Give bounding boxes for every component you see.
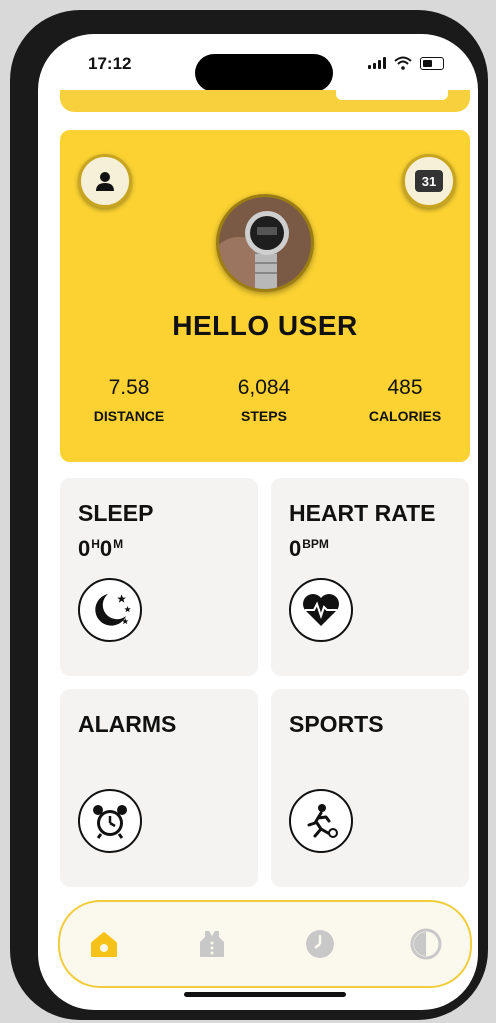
sports-title: SPORTS xyxy=(289,711,384,737)
profile-button[interactable] xyxy=(78,154,132,208)
calendar-icon: 31 xyxy=(415,170,443,192)
home-indicator xyxy=(184,992,346,997)
stat-distance: 7.58 DISTANCE xyxy=(64,376,194,424)
tab-vest[interactable] xyxy=(194,926,230,962)
dynamic-island xyxy=(195,54,333,92)
signal-icon xyxy=(368,57,386,69)
calendar-button[interactable]: 31 xyxy=(402,154,456,208)
user-icon xyxy=(96,172,114,191)
heart-pulse-icon xyxy=(289,578,353,642)
stat-calories: 485 CALORIES xyxy=(340,376,470,424)
steps-value: 6,084 xyxy=(237,376,291,399)
alarms-title: ALARMS xyxy=(78,711,177,737)
alarm-clock-icon xyxy=(78,789,142,853)
phone-frame: 17:12 31 HELLO USER 7.58 DISTANCE 6,084 … xyxy=(10,10,488,1020)
bottom-tab-bar xyxy=(58,900,472,988)
home-icon xyxy=(91,932,117,957)
wifi-icon xyxy=(394,56,412,70)
hero-panel: 31 HELLO USER 7.58 DISTANCE 6,084 STEPS … xyxy=(60,130,470,462)
sleep-card[interactable]: SLEEP 0H0M xyxy=(60,478,258,676)
watch-image xyxy=(219,197,311,289)
tab-clock[interactable] xyxy=(302,926,338,962)
sleep-value: 0H0M xyxy=(78,536,124,561)
sleep-title: SLEEP xyxy=(78,500,154,526)
status-bar: 17:12 xyxy=(38,34,478,92)
battery-icon xyxy=(420,56,444,70)
heart-rate-title: HEART RATE xyxy=(289,500,436,526)
tab-home[interactable] xyxy=(86,926,122,962)
vest-icon xyxy=(200,931,224,957)
status-time: 17:12 xyxy=(88,54,132,73)
calories-label: CALORIES xyxy=(368,408,442,424)
app-screen: 17:12 31 HELLO USER 7.58 DISTANCE 6,084 … xyxy=(38,34,478,1010)
tab-watch-face[interactable] xyxy=(408,926,444,962)
stat-steps: 6,084 STEPS xyxy=(199,376,329,424)
steps-label: STEPS xyxy=(241,408,287,424)
greeting-title: HELLO USER xyxy=(172,310,358,341)
watch-face-icon xyxy=(410,928,442,960)
top-strip xyxy=(60,90,470,112)
calories-value: 485 xyxy=(387,376,423,399)
clock-icon xyxy=(306,930,334,958)
soccer-player-icon xyxy=(289,789,353,853)
moon-stars-icon xyxy=(78,578,142,642)
alarms-card[interactable]: ALARMS xyxy=(60,689,258,887)
distance-label: DISTANCE xyxy=(93,408,165,424)
distance-value: 7.58 xyxy=(108,376,150,399)
heart-rate-card[interactable]: HEART RATE 0BPM xyxy=(271,478,469,676)
heart-rate-value: 0BPM xyxy=(289,536,329,561)
watch-avatar[interactable] xyxy=(216,194,314,292)
status-icons xyxy=(368,56,444,70)
sports-card[interactable]: SPORTS xyxy=(271,689,469,887)
